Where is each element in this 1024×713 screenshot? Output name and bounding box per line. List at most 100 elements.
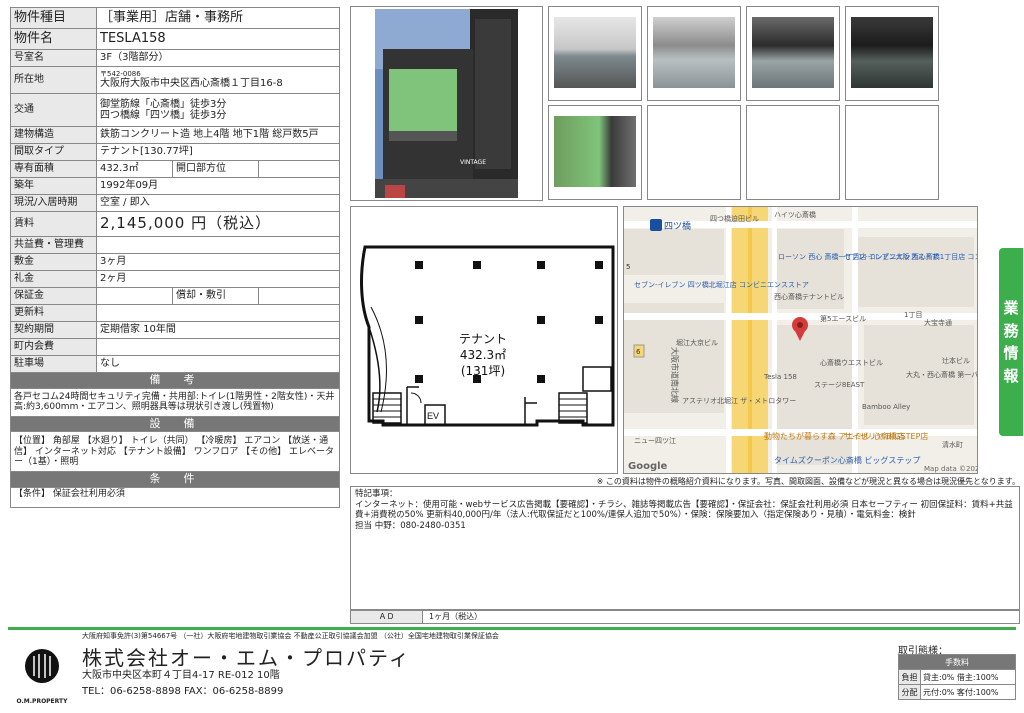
logo-mark-icon (25, 649, 59, 683)
ev-label: EV (427, 411, 439, 421)
company-address: 大阪市中央区本町４丁目4-17 RE-012 10階 (82, 670, 280, 681)
tenant-label: テナント (459, 332, 507, 346)
interior-image-3 (752, 17, 834, 88)
value-key-money: 2ヶ月 (96, 270, 340, 288)
floor-plan-drawing: EV テナント 432.3㎡ (131坪) (360, 245, 615, 427)
map-saizeriya: サイゼリヤ BIGSTEP店 (844, 431, 928, 441)
ad-value: 1ヶ月（税込） (429, 612, 483, 621)
address-text: 大阪府大阪市中央区西心斎橋１丁目16-8 (100, 78, 283, 90)
label-guarantee: 保証金 (10, 287, 97, 305)
value-built: 1992年09月 (96, 177, 340, 195)
map-drawing: 四ツ橋 四つ橋迫田ビル ハイツ心斎橋 ローソン 西心 斎橋一丁目店 コンビニエン… (624, 207, 978, 473)
photo-building-2[interactable] (548, 105, 642, 200)
map-new: ニュー四ツ江 (634, 437, 676, 445)
fee-row-value: 元付:0% 客付:100% (920, 684, 1016, 700)
google-logo: Google (628, 461, 668, 472)
fee-table: 手数料 負担 貸主:0% 借主:100% 分配 元付:0% 客付:100% (898, 654, 1016, 700)
map-bamboo: Bamboo Alley (862, 403, 910, 411)
value-rent: 2,145,000 円（税込） (96, 211, 340, 237)
label-parking: 駐車場 (10, 355, 97, 373)
floor-plan: EV テナント 432.3㎡ (131坪) (350, 206, 618, 474)
fee-row-value: 貸主:0% 借主:100% (920, 669, 1016, 685)
map-choume: 1丁目 (904, 311, 922, 319)
map-stage: ステージ8EAST (814, 381, 865, 389)
label-contract: 契約期間 (10, 321, 97, 339)
notes-body: インターネット：使用可能・webサービス広告掲載【要確認】・チラシ、雑誌等掲載広… (355, 499, 1013, 521)
interior-image-1 (554, 17, 636, 88)
label-key-money: 礼金 (10, 270, 97, 288)
map-building-1: 四つ橋迫田ビル (710, 214, 759, 223)
label-area: 専有面積 (10, 160, 97, 178)
fee-row-label: 負担 (898, 669, 921, 685)
map-tenant-bldg: 西心斎橋テナントビル (774, 292, 844, 301)
value-address: 〒542-0086 大阪府大阪市中央区西心斎橋１丁目16-8 (96, 66, 340, 94)
photo-interior-4[interactable] (845, 6, 939, 101)
conditions-heading: 条 件 (10, 471, 340, 488)
location-map[interactable]: 四ツ橋 四つ橋迫田ビル ハイツ心斎橋 ローソン 西心 斎橋一丁目店 コンビニエン… (623, 206, 978, 474)
business-info-tab[interactable]: 業 務 情 報 (999, 248, 1023, 436)
special-notes: 特記事項： インターネット：使用可能・webサービス広告掲載【要確認】・チラシ、… (350, 486, 1020, 610)
map-seven-2: セブン-イレブン 四ツ橋北堀江店 コンビニエンスストア (634, 280, 809, 289)
label-access: 交通 (10, 93, 97, 127)
map-shimizu: 清水町 (942, 440, 963, 449)
photo-building-exterior[interactable]: VINTAGE (350, 6, 543, 201)
remarks-body: 各戸セコム24時間セキュリティ完備・共用部:トイレ(1階男性・2階女性)・天井高… (10, 387, 340, 417)
photo-interior-3[interactable] (746, 6, 840, 101)
value-area: 432.3㎡ (96, 160, 173, 178)
photo-interior-1[interactable] (548, 6, 642, 101)
label-opening: 開口部方位 (172, 160, 259, 178)
value-renewal (96, 304, 340, 322)
label-layout: 間取タイプ (10, 143, 97, 161)
photo-slot-empty-1 (647, 105, 741, 200)
tab-char-3: 情 (1003, 344, 1019, 362)
photo-interior-2[interactable] (647, 6, 741, 101)
notes-title: 特記事項： (355, 489, 398, 499)
photo-slot-empty-3 (845, 105, 939, 200)
building-image-2 (554, 116, 636, 187)
label-renewal: 更新料 (10, 304, 97, 322)
label-deposit: 敷金 (10, 253, 97, 271)
value-structure: 鉄筋コンクリート造 地上4階 地下1階 総戸数5戸 (96, 126, 340, 144)
tab-char-4: 報 (1003, 366, 1019, 385)
map-west: 心斎橋ウエストビル (820, 358, 883, 367)
map-data-credit: Map data ©2023 (924, 465, 978, 473)
license-text: 大阪府知事免許(3)第54667号 （一社）大阪府宅地建物取引業協会 不動産公正… (82, 632, 499, 640)
ad-row: ＡＤ 1ヶ月（税込） (350, 610, 1020, 624)
label-community-fee: 町内会費 (10, 338, 97, 356)
label-room: 号室名 (10, 49, 97, 67)
map-building-2: ハイツ心斎橋 (774, 210, 816, 219)
value-parking: なし (96, 355, 340, 373)
ad-label: ＡＤ (351, 611, 423, 623)
value-name: TESLA158 (96, 28, 340, 50)
remarks-heading: 備 考 (10, 372, 340, 389)
value-access: 御堂筋線「心斎橋」徒歩3分 四つ橋線「四ツ橋」徒歩3分 (96, 93, 340, 127)
vintage-sign: VINTAGE (460, 159, 486, 166)
footer-divider (8, 627, 1016, 630)
map-station: 四ツ橋 (664, 220, 691, 232)
map-road: 大阪市道南北線 (670, 347, 680, 403)
map-tsujimoto: 辻本ビル (942, 356, 970, 365)
map-route-6: 6 (636, 348, 641, 356)
value-common-fee (96, 236, 340, 254)
map-seven-1: セブン-イレブン大阪 西心斎橋1丁目店 コンビニエンスストア (844, 252, 978, 261)
interior-image-4 (851, 17, 933, 88)
fee-row-label: 分配 (898, 684, 921, 700)
fee-header: 手数料 (898, 654, 1016, 670)
interior-image-2 (653, 17, 735, 88)
access-line-2: 四つ橋線「四ツ橋」徒歩3分 (100, 110, 227, 121)
tab-char-1: 業 (1003, 299, 1019, 317)
map-tesla: Tesla 158 (763, 373, 797, 381)
facilities-heading: 設 備 (10, 415, 340, 433)
label-amortization: 償却・敷引 (172, 287, 259, 305)
property-info-table: 物件種目 ［事業用］店舗・事務所 物件名 TESLA158 号室名 3F（3階部分） … (10, 7, 340, 508)
value-status: 空室 / 即入 (96, 194, 340, 212)
notes-contact: 担当 中野：080-2480-0351 (355, 520, 466, 531)
company-logo: O.M.PROPERTY (14, 644, 70, 706)
map-daiho: 大宝寺通 (924, 318, 952, 327)
label-common-fee: 共益費・管理費 (10, 236, 97, 254)
photo-slot-empty-2 (746, 105, 840, 200)
label-built: 築年 (10, 177, 97, 195)
company-phone-fax: TEL：06-6258-8898 FAX：06-6258-8899 (82, 686, 284, 697)
value-contract: 定期借家 10年間 (96, 321, 340, 339)
label-structure: 建物構造 (10, 126, 97, 144)
